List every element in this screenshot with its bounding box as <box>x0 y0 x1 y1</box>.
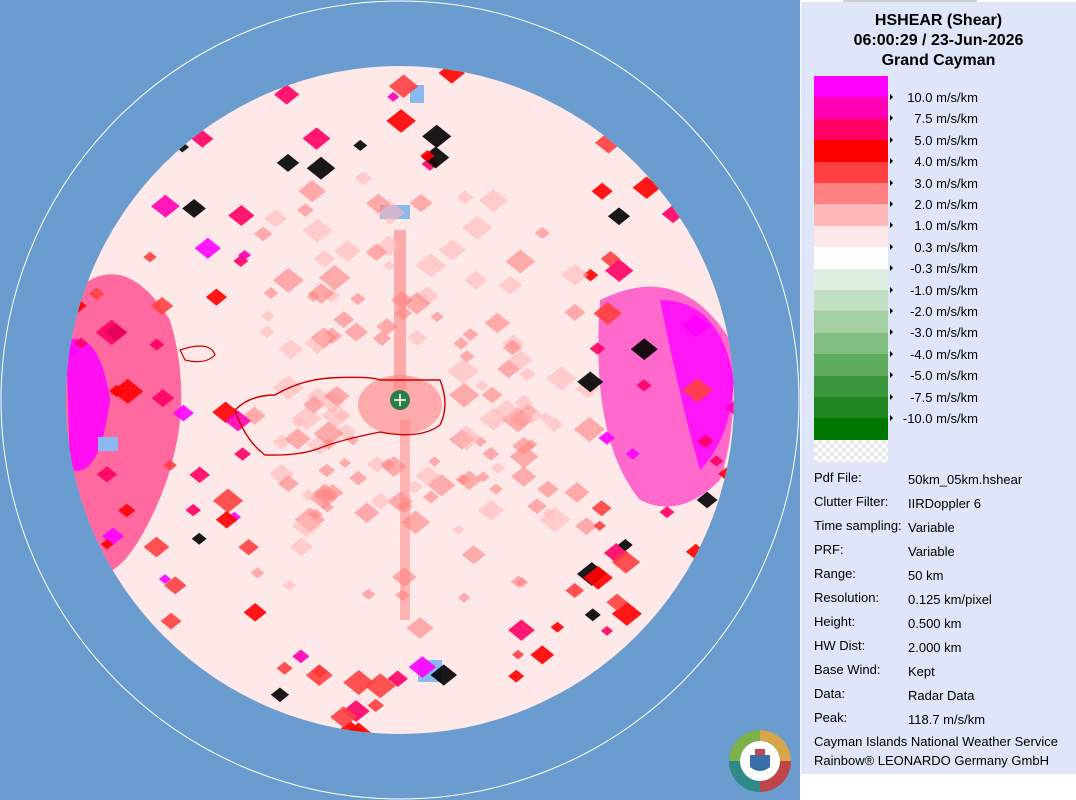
metadata-key: PRF: <box>814 542 844 557</box>
legend-tick <box>890 115 893 122</box>
legend-tick <box>890 350 893 357</box>
datetime-label: 06:00:29 / 23-Jun-2026 <box>853 32 1024 49</box>
legend-swatch <box>814 418 888 441</box>
legend-swatch <box>814 204 888 227</box>
metadata-key: HW Dist: <box>814 638 866 653</box>
legend-swatch <box>814 97 888 120</box>
legend-label: -1.0 m/s/km <box>910 282 978 298</box>
legend-tick <box>890 243 893 250</box>
legend-label: 1.0 m/s/km <box>914 218 978 234</box>
legend-swatch <box>814 140 888 163</box>
legend-tick <box>890 222 893 229</box>
legend-swatch <box>814 375 888 398</box>
metadata-value: Variable <box>908 520 955 535</box>
metadata-key: Resolution: <box>814 590 880 605</box>
legend-label: 0.3 m/s/km <box>914 239 978 255</box>
legend-tick <box>890 308 893 314</box>
metadata-value: 0.500 km <box>908 616 962 631</box>
metadata-key: Clutter Filter: <box>814 494 889 509</box>
legend-label: 7.5 m/s/km <box>914 111 978 127</box>
site-label: Grand Cayman <box>881 52 996 69</box>
metadata-value: 118.7 m/s/km <box>908 712 986 727</box>
legend-label: 2.0 m/s/km <box>914 197 978 212</box>
metadata-key: Base Wind: <box>814 662 881 677</box>
footer-software: Rainbow® LEONARDO Germany GmbH <box>814 753 1049 768</box>
legend-swatch <box>814 76 888 98</box>
metadata-key: Range: <box>814 566 856 581</box>
legend-tick <box>890 372 893 379</box>
radar-site-icon[interactable] <box>390 390 410 410</box>
metadata-value: Radar Data <box>908 688 975 703</box>
metadata-value: 2.000 km <box>908 640 962 655</box>
radar-map[interactable] <box>0 0 800 800</box>
metadata-key: Height: <box>814 614 856 629</box>
legend-swatch <box>814 183 888 205</box>
metadata-key: Pdf File: <box>814 470 862 485</box>
legend-swatch <box>814 311 888 334</box>
legend-nodata-swatch <box>814 439 888 462</box>
legend-label: 4.0 m/s/km <box>914 154 978 170</box>
legend-swatch <box>814 290 888 312</box>
metadata-key: Time sampling: <box>814 518 902 533</box>
legend-swatch <box>814 247 888 270</box>
legend-label: -4.0 m/s/km <box>910 346 978 362</box>
legend-tick <box>890 136 893 143</box>
legend-swatch <box>814 397 888 419</box>
legend-swatch <box>814 161 888 184</box>
cayman-nws-logo <box>728 729 792 793</box>
metadata-key: Data: <box>814 686 846 701</box>
legend-swatch <box>814 118 888 141</box>
legend-tick <box>890 94 893 100</box>
legend-tick <box>890 158 893 165</box>
legend-tick <box>890 415 893 421</box>
product-title: HSHEAR (Shear) <box>874 12 1003 29</box>
info-panel: HSHEAR (Shear) 06:00:29 / 23-Jun-2026 Gr… <box>801 2 1076 774</box>
legend-tick <box>890 329 893 336</box>
legend-tick <box>890 265 893 272</box>
legend-label: 5.0 m/s/km <box>914 132 978 148</box>
legend-swatch <box>814 225 888 248</box>
metadata-value: IIRDoppler 6 <box>908 496 981 511</box>
legend-label: -7.5 m/s/km <box>910 389 978 405</box>
metadata-value: Kept <box>908 664 935 679</box>
legend-swatch <box>814 354 888 377</box>
metadata-value: 0.125 km/pixel <box>908 592 992 607</box>
metadata-value: 50km_05km.hshear <box>908 472 1023 487</box>
legend-swatch <box>814 332 888 355</box>
metadata-value: Variable <box>908 544 955 559</box>
legend-label: -0.3 m/s/km <box>910 261 978 277</box>
legend-label: -3.0 m/s/km <box>910 325 978 341</box>
metadata-value: 50 km <box>908 568 944 583</box>
legend-swatch <box>814 268 888 291</box>
legend-tick <box>890 179 893 186</box>
metadata-key: Peak: <box>814 710 848 725</box>
legend-label: 10.0 m/s/km <box>907 90 978 105</box>
legend-tick <box>890 286 893 293</box>
legend-label: -10.0 m/s/km <box>902 411 978 426</box>
legend-label: 3.0 m/s/km <box>914 175 978 191</box>
legend-tick <box>890 201 893 207</box>
footer-organization: Cayman Islands National Weather Service <box>814 734 1058 749</box>
legend-tick <box>890 393 893 400</box>
legend-label: -2.0 m/s/km <box>910 304 978 319</box>
radar-image <box>0 0 800 800</box>
legend-label: -5.0 m/s/km <box>910 368 978 384</box>
